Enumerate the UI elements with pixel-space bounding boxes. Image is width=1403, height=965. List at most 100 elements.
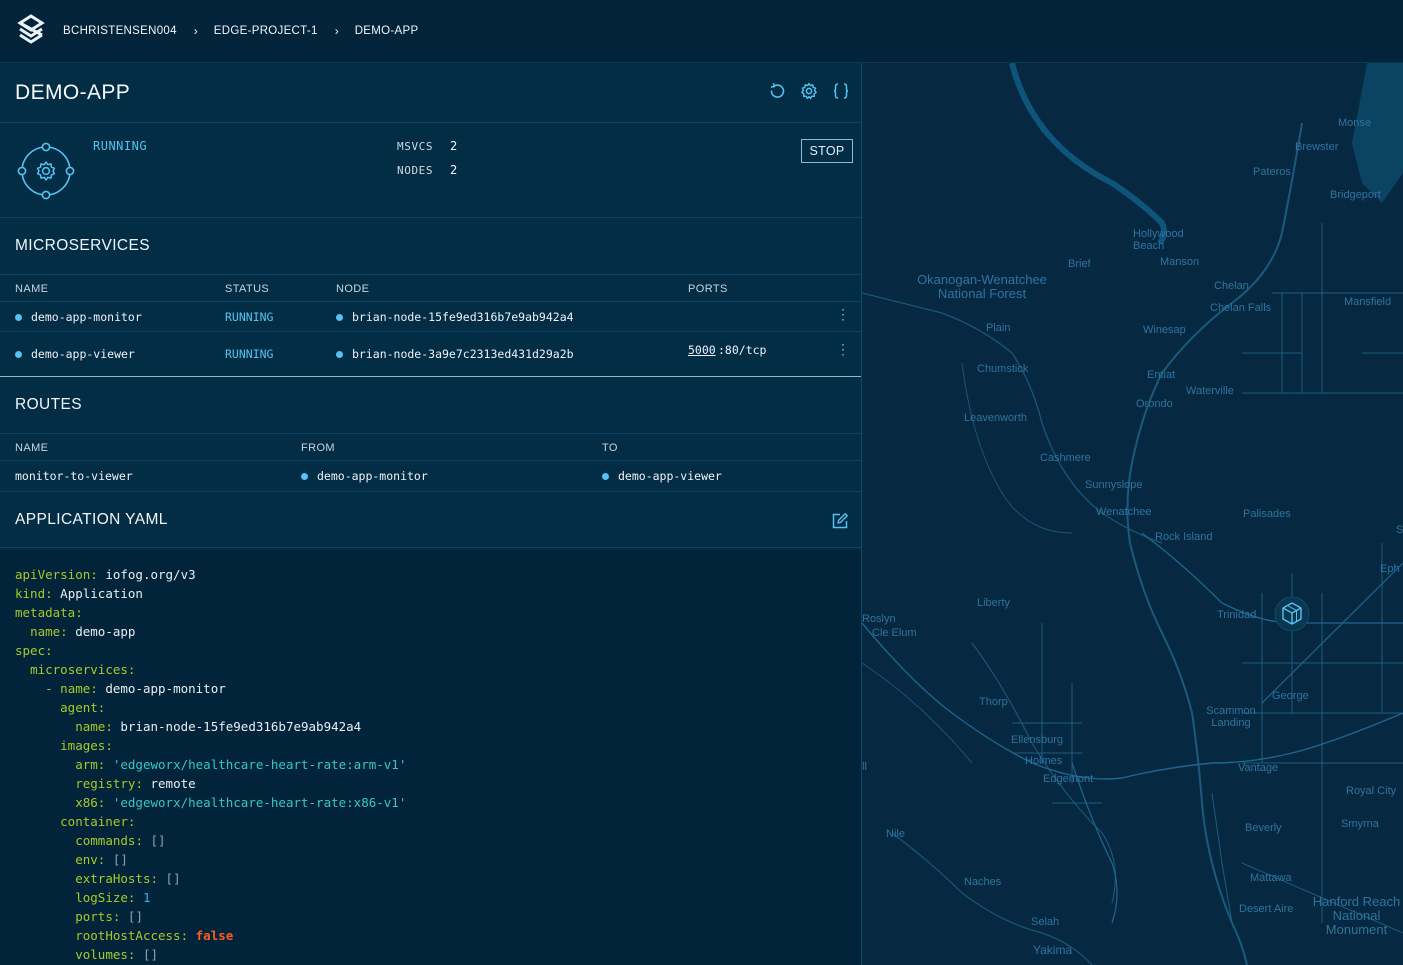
- map-label: Monse: [1338, 117, 1372, 129]
- port-mapping: :80/tcp: [718, 343, 767, 357]
- map-label: Liberty: [977, 597, 1011, 609]
- stop-button[interactable]: STOP: [801, 139, 853, 163]
- msvcs-value: 2: [450, 139, 458, 153]
- map-label: Smyrna: [1341, 818, 1379, 830]
- map-label: Scammon Landing: [1206, 705, 1256, 729]
- yaml-line: logSize: 1: [75, 890, 151, 905]
- yaml-line: registry: remote: [75, 776, 196, 791]
- status-badge: RUNNING: [93, 139, 148, 153]
- page-title: DEMO-APP: [15, 80, 131, 104]
- yaml-line: images:: [60, 738, 113, 753]
- map-label: Ellensburg: [1011, 734, 1063, 746]
- yaml-line: x86: 'edgeworx/healthcare-heart-rate:x86…: [75, 795, 407, 810]
- yaml-value: demo-app-monitor: [105, 681, 226, 696]
- braces-icon[interactable]: [831, 81, 851, 101]
- cube-icon[interactable]: [1273, 595, 1311, 633]
- refresh-icon[interactable]: [767, 81, 787, 101]
- map-label: Leavenworth: [964, 412, 1027, 424]
- yaml-value: []: [127, 909, 143, 924]
- yaml-key: container: [60, 814, 128, 829]
- edit-icon[interactable]: [831, 512, 849, 530]
- map-label: Entiat: [1147, 369, 1176, 381]
- yaml-line: spec:: [15, 643, 53, 658]
- nodes-value: 2: [450, 163, 458, 177]
- table-row[interactable]: monitor-to-viewer demo-app-monitor demo-…: [0, 461, 861, 491]
- map-label: Royal City: [1346, 785, 1397, 797]
- yaml-line: - name: demo-app-monitor: [45, 681, 226, 696]
- map-label: Nile: [886, 828, 905, 840]
- yaml-key: microservices: [30, 662, 128, 677]
- breadcrumb-app: DEMO-APP: [354, 25, 419, 37]
- app-status-panel: RUNNING MSVCS 2 NODES 2 STOP: [0, 123, 861, 218]
- yaml-code-view[interactable]: apiVersion: iofog.org/v3 kind: Applicatio…: [0, 550, 861, 965]
- table-row[interactable]: demo-app-viewer RUNNING brian-node-3a9e7…: [0, 332, 861, 377]
- microservice-node[interactable]: brian-node-3a9e7c2313ed431d29a2b: [352, 347, 574, 361]
- top-bar: BCHRISTENSEN004 › EDGE-PROJECT-1 › DEMO-…: [0, 0, 1403, 63]
- from-dot: [301, 473, 308, 480]
- port-link[interactable]: 5000: [688, 343, 716, 357]
- microservice-status: RUNNING: [225, 310, 274, 324]
- map-label: Brief: [1068, 258, 1091, 270]
- yaml-line: rootHostAccess: false: [75, 928, 234, 943]
- yaml-key: spec: [15, 643, 46, 658]
- map-label: Okanogan-Wenatchee National Forest: [917, 272, 1047, 301]
- map-label: Desert Aire: [1239, 903, 1294, 915]
- breadcrumb-namespace[interactable]: BCHRISTENSEN004: [63, 25, 177, 37]
- app-header: DEMO-APP: [0, 63, 861, 123]
- breadcrumb-project[interactable]: EDGE-PROJECT-1: [214, 25, 318, 37]
- microservices-table-header: NAME STATUS NODE PORTS: [0, 275, 861, 302]
- map-label: Eph: [1380, 563, 1400, 575]
- routes-title: ROUTES: [0, 377, 861, 434]
- column-header-name: NAME: [15, 442, 49, 454]
- more-vertical-icon[interactable]: ⋮: [836, 307, 850, 323]
- gear-icon[interactable]: [799, 81, 819, 101]
- yaml-key: rootHostAccess: [75, 928, 181, 943]
- yaml-key: agent: [60, 700, 98, 715]
- chevron-right-icon: ›: [334, 24, 339, 38]
- yaml-value: []: [142, 947, 159, 962]
- map-label: Yakima: [1033, 943, 1073, 957]
- msvcs-stat: MSVCS 2: [397, 139, 457, 153]
- column-header-node: NODE: [336, 283, 370, 295]
- microservice-node[interactable]: brian-node-15fe9ed316b7e9ab942a4: [352, 310, 574, 324]
- route-name[interactable]: monitor-to-viewer: [15, 469, 133, 483]
- column-header-from: FROM: [301, 442, 335, 454]
- yaml-key: metadata: [15, 605, 76, 620]
- yaml-key: registry: [75, 776, 136, 791]
- map-label: Plain: [986, 322, 1011, 334]
- map-label: Rock Island: [1155, 531, 1213, 543]
- map-label: Mansfield: [1344, 296, 1392, 308]
- yaml-line: name: demo-app: [30, 624, 136, 639]
- map-label: Mattawa: [1250, 872, 1292, 884]
- yaml-line: commands: []: [75, 833, 166, 848]
- yaml-key: ports: [75, 909, 113, 924]
- route-to[interactable]: demo-app-viewer: [618, 469, 722, 483]
- yaml-key: apiVersion: [15, 567, 91, 582]
- yaml-value: iofog.org/v3: [105, 567, 196, 582]
- map-label: Brewster: [1295, 141, 1339, 153]
- map-label: Winesap: [1143, 324, 1186, 336]
- microservice-name[interactable]: demo-app-viewer: [31, 347, 135, 361]
- microservice-name[interactable]: demo-app-monitor: [31, 310, 142, 324]
- map-label: Edgemont: [1043, 773, 1094, 785]
- more-vertical-icon[interactable]: ⋮: [836, 342, 850, 358]
- yaml-value: brian-node-15fe9ed316b7e9ab942a4: [120, 719, 362, 734]
- chevron-right-icon: ›: [193, 24, 198, 38]
- column-header-to: TO: [602, 442, 618, 454]
- yaml-line: metadata:: [15, 605, 83, 620]
- map-label: Roslyn: [862, 613, 896, 625]
- map-view[interactable]: Monse Brewster Pateros Bridgeport Hollyw…: [862, 63, 1403, 965]
- table-row[interactable]: demo-app-monitor RUNNING brian-node-15fe…: [0, 302, 861, 332]
- yaml-value: []: [150, 833, 166, 848]
- map-label: ll: [862, 761, 867, 773]
- yaml-key: arm: [75, 757, 98, 772]
- yaml-value: []: [165, 871, 181, 886]
- route-from[interactable]: demo-app-monitor: [317, 469, 428, 483]
- logo-icon[interactable]: [16, 14, 46, 48]
- map-label: Chumstick: [977, 363, 1029, 375]
- msvcs-label: MSVCS: [397, 140, 434, 153]
- node-dot: [336, 314, 343, 321]
- yaml-key: commands: [75, 833, 136, 848]
- map-label: Hollywood Beach: [1133, 228, 1184, 252]
- map-label: Manson: [1160, 256, 1200, 268]
